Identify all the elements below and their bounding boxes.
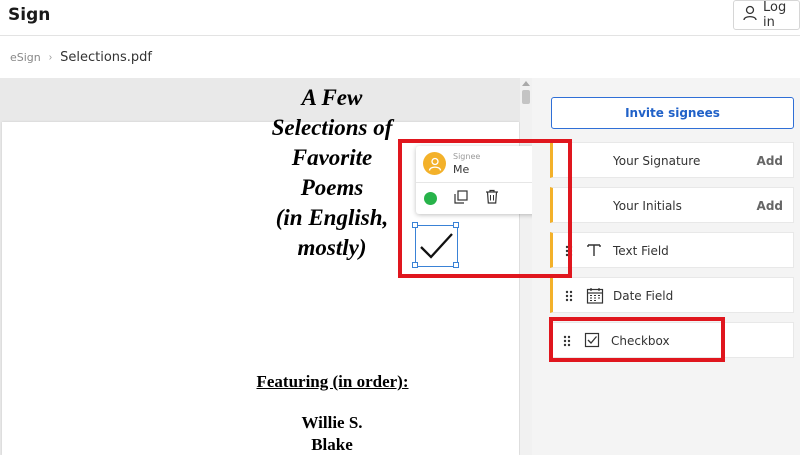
scroll-up-icon[interactable]: [522, 81, 530, 86]
login-button[interactable]: Log in: [733, 0, 800, 30]
login-label: Log in: [763, 0, 787, 30]
document-featuring: Featuring (in order):: [256, 372, 409, 391]
app-title: Sign: [8, 5, 51, 25]
author-line: Blake: [311, 435, 353, 454]
add-signature-button[interactable]: Add: [757, 154, 783, 168]
field-label: Your Initials: [613, 199, 682, 213]
user-icon: [743, 5, 757, 26]
field-label: Your Signature: [613, 154, 701, 168]
breadcrumb-separator: ›: [48, 52, 53, 63]
invite-signees-button[interactable]: Invite signees: [551, 97, 794, 129]
document-author: Willie S. Blake: [282, 412, 382, 455]
top-bar: Sign Log in: [0, 0, 800, 36]
breadcrumb: eSign › Selections.pdf: [10, 50, 152, 65]
highlight-box: [398, 139, 572, 278]
calendar-icon: [586, 287, 604, 309]
field-your-signature[interactable]: Your Signature Add: [550, 142, 794, 178]
author-line: Willie S.: [301, 413, 363, 432]
scroll-thumb[interactable]: [522, 90, 530, 104]
field-label: Text Field: [613, 244, 669, 258]
add-initials-button[interactable]: Add: [757, 199, 783, 213]
title-line: A Few: [301, 85, 363, 110]
highlight-box: [549, 317, 725, 362]
field-text[interactable]: Text Field: [550, 232, 794, 268]
field-date[interactable]: Date Field: [550, 277, 794, 313]
breadcrumb-root[interactable]: eSign: [10, 51, 41, 64]
field-your-initials[interactable]: Your Initials Add: [550, 187, 794, 223]
text-field-icon: [586, 242, 602, 263]
breadcrumb-file: Selections.pdf: [60, 50, 153, 65]
field-label: Date Field: [613, 289, 674, 303]
drag-handle-icon[interactable]: [565, 289, 573, 307]
